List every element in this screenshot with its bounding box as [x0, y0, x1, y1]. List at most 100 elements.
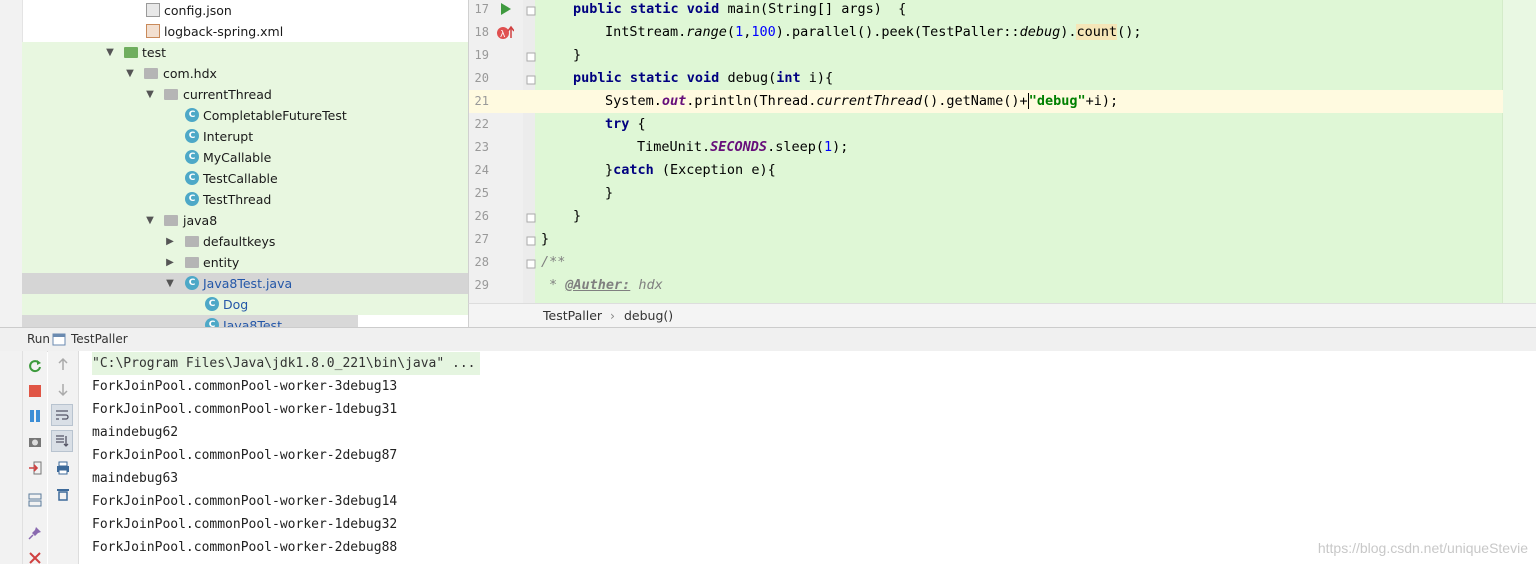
- fold-marker-icon[interactable]: [526, 259, 536, 269]
- layout-icon[interactable]: [28, 493, 42, 507]
- tree-item-java8test-java[interactable]: ▼ C Java8Test.java: [22, 273, 468, 294]
- code-token: public static void: [573, 1, 720, 17]
- tree-item-label: logback-spring.xml: [164, 24, 284, 39]
- fold-marker-icon[interactable]: [526, 213, 536, 223]
- scroll-to-end-toggle[interactable]: [51, 430, 73, 452]
- tree-item-java8[interactable]: ▼ java8: [22, 210, 468, 231]
- chevron-right-icon[interactable]: ▶: [164, 252, 176, 273]
- console-output[interactable]: "C:\Program Files\Java\jdk1.8.0_221\bin\…: [79, 351, 1536, 564]
- code-token: /**: [541, 254, 566, 270]
- run-config-icon: [52, 333, 66, 346]
- line-number: 27: [474, 232, 489, 246]
- chevron-down-icon[interactable]: ▼: [144, 210, 156, 231]
- tree-item-completablefuturetest[interactable]: C CompletableFutureTest: [22, 105, 468, 126]
- tree-item-testthread[interactable]: C TestThread: [22, 189, 468, 210]
- run-gutter-icon[interactable]: [500, 2, 512, 16]
- run-tab-label[interactable]: Run: [27, 328, 50, 351]
- tree-item-config-json[interactable]: config.json: [22, 0, 468, 21]
- chevron-right-icon[interactable]: ▶: [164, 231, 176, 252]
- clear-all-icon[interactable]: [56, 487, 70, 501]
- tree-item-java8test[interactable]: C Java8Test: [22, 315, 358, 327]
- console-line: ForkJoinPool.commonPool-worker-2debug87: [92, 448, 398, 463]
- code-token: +i);: [1085, 93, 1119, 109]
- tree-item-currentthread[interactable]: ▼ currentThread: [22, 84, 468, 105]
- code-line-28: 28 /**: [469, 251, 1503, 274]
- line-number: 24: [474, 163, 489, 177]
- console-line: ForkJoinPool.commonPool-worker-2debug88: [92, 540, 398, 555]
- breadcrumb-method[interactable]: debug(): [624, 304, 673, 328]
- code-token: }: [605, 162, 614, 178]
- code-token: try: [605, 116, 630, 132]
- code-token: debug: [1019, 24, 1061, 40]
- tree-item-entity[interactable]: ▶ entity: [22, 252, 468, 273]
- code-line-25: 25 }: [469, 182, 1503, 205]
- tree-item-test[interactable]: ▼ test: [22, 42, 468, 63]
- rerun-icon[interactable]: [28, 359, 42, 373]
- code-line-21-current: 21 System.out.println(Thread.currentThre…: [469, 90, 1503, 113]
- class-icon: C: [185, 192, 199, 206]
- code-token: );: [832, 139, 849, 155]
- code-token: ).parallel().peek(TestPaller::: [775, 24, 1020, 40]
- class-icon: C: [185, 129, 199, 143]
- tree-item-label: Java8Test: [223, 318, 282, 327]
- code-token: {: [629, 116, 646, 132]
- code-editor[interactable]: 17 public static void main(String[] args…: [468, 0, 1536, 303]
- fold-marker-icon[interactable]: [526, 75, 536, 85]
- close-icon[interactable]: [28, 551, 42, 565]
- line-number: 22: [474, 117, 489, 131]
- editor-scroll-marker-strip[interactable]: [1502, 0, 1536, 303]
- run-toolbar: [23, 351, 47, 564]
- tree-item-mycallable[interactable]: C MyCallable: [22, 147, 468, 168]
- fold-marker-icon[interactable]: [526, 236, 536, 246]
- chevron-down-icon[interactable]: ▼: [104, 42, 116, 63]
- camera-dump-icon[interactable]: [28, 435, 42, 449]
- console-line: ForkJoinPool.commonPool-worker-1debug32: [92, 517, 398, 532]
- code-line-19: 19 }: [469, 44, 1503, 67]
- tree-item-defaultkeys[interactable]: ▶ defaultkeys: [22, 231, 468, 252]
- fold-marker-icon[interactable]: [526, 6, 536, 16]
- code-token: public static void: [573, 70, 720, 86]
- arrow-down-icon[interactable]: [56, 383, 70, 397]
- code-token: .sleep(: [767, 139, 824, 155]
- tree-item-com-hdx[interactable]: ▼ com.hdx: [22, 63, 468, 84]
- run-config-name[interactable]: TestPaller: [71, 328, 128, 351]
- tree-item-label: CompletableFutureTest: [203, 108, 347, 123]
- line-number: 17: [474, 2, 489, 16]
- lambda-breakpoint-icon[interactable]: λ: [496, 25, 514, 40]
- json-file-icon: [146, 3, 160, 17]
- code-token: @Auther:: [565, 277, 631, 293]
- tree-item-dog[interactable]: C Dog: [22, 294, 468, 315]
- fold-marker-icon[interactable]: [526, 52, 536, 62]
- breadcrumb-class[interactable]: TestPaller: [543, 304, 602, 328]
- tree-item-label: currentThread: [183, 87, 272, 102]
- chevron-down-icon[interactable]: ▼: [124, 63, 136, 84]
- line-number: 19: [474, 48, 489, 62]
- pin-icon[interactable]: [28, 526, 42, 540]
- arrow-up-icon[interactable]: [56, 357, 70, 371]
- tree-item-label: TestThread: [203, 192, 272, 207]
- code-token: hdx: [630, 277, 663, 293]
- class-icon: C: [205, 318, 219, 327]
- package-icon: [185, 236, 199, 247]
- console-line: maindebug62: [92, 425, 179, 440]
- tree-item-label: Java8Test.java: [203, 276, 293, 291]
- soft-wrap-toggle[interactable]: [51, 404, 73, 426]
- chevron-down-icon[interactable]: ▼: [144, 84, 156, 105]
- tree-item-logback-xml[interactable]: logback-spring.xml: [22, 21, 468, 42]
- code-token: *: [549, 277, 566, 293]
- tree-item-label: TestCallable: [203, 171, 278, 186]
- code-token: main(String[] args) {: [719, 1, 907, 17]
- stop-icon[interactable]: [28, 384, 42, 398]
- code-token: IntStream.: [605, 24, 687, 40]
- exit-icon[interactable]: [28, 461, 42, 475]
- pause-icon[interactable]: [28, 409, 42, 423]
- console-line: ForkJoinPool.commonPool-worker-3debug14: [92, 494, 398, 509]
- breadcrumb: TestPaller › debug(): [468, 303, 1536, 328]
- code-token: ();: [1117, 24, 1142, 40]
- tree-item-interupt[interactable]: C Interupt: [22, 126, 468, 147]
- code-line-22: 22 try {: [469, 113, 1503, 136]
- print-icon[interactable]: [56, 461, 70, 475]
- tree-item-testcallable[interactable]: C TestCallable: [22, 168, 468, 189]
- chevron-down-icon[interactable]: ▼: [164, 273, 176, 294]
- tree-item-label: Dog: [223, 297, 249, 312]
